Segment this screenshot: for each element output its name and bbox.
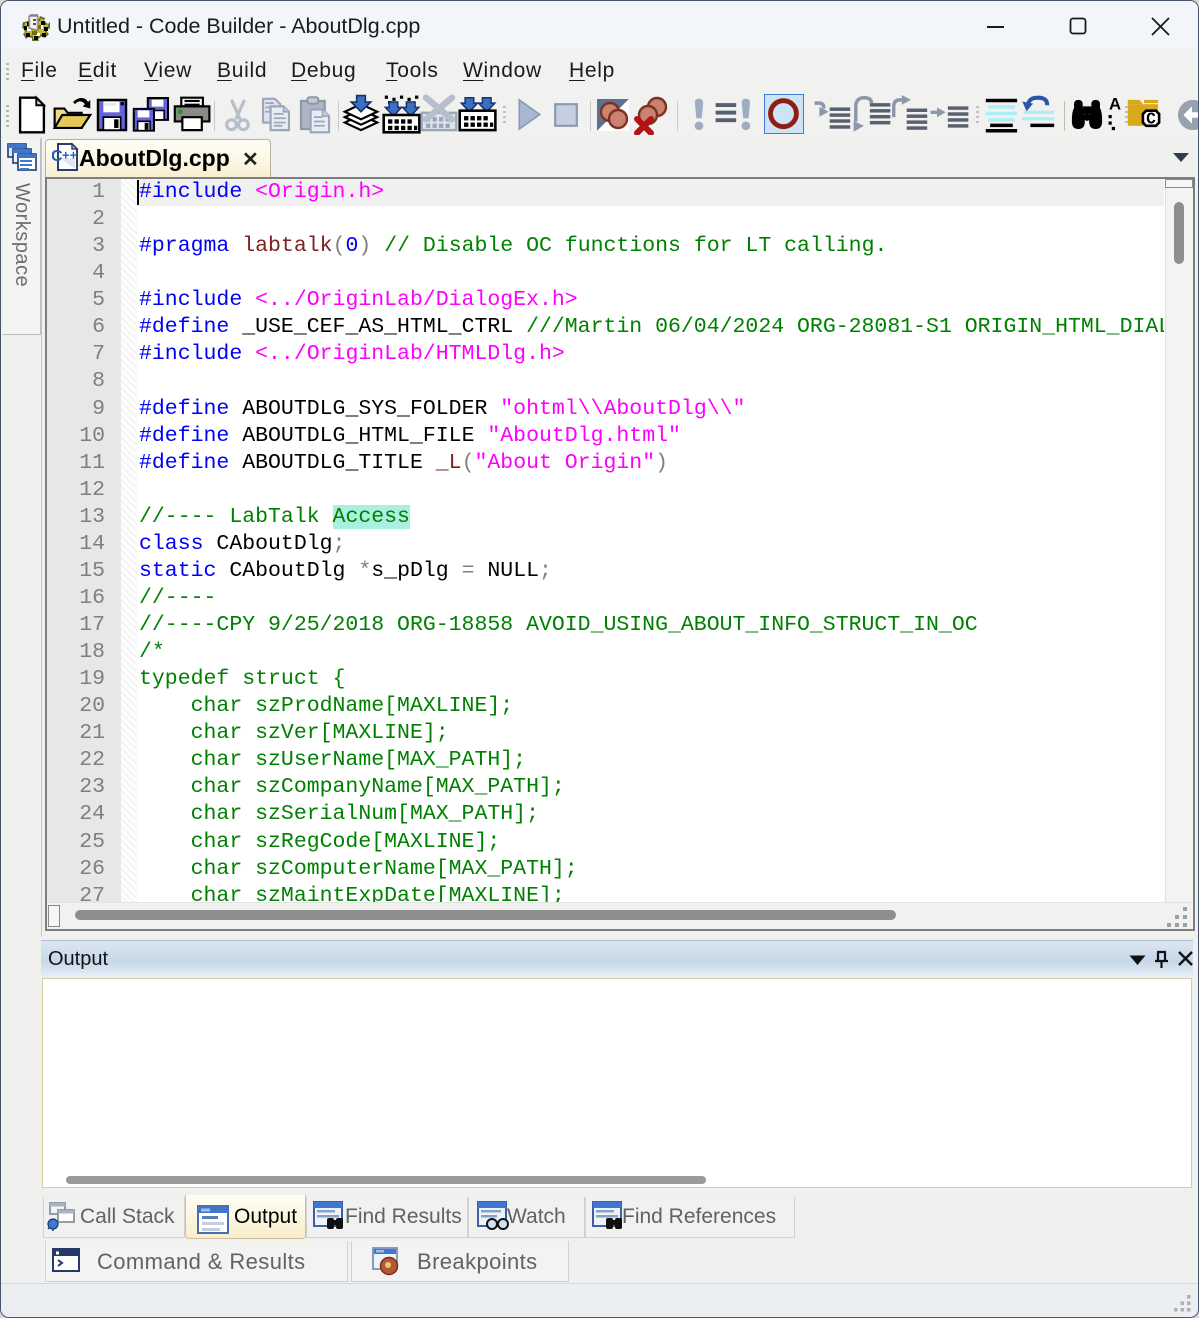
svg-text:++: ++ xyxy=(62,148,78,163)
svg-text:A: A xyxy=(1109,95,1121,114)
svg-text:C: C xyxy=(1146,111,1156,129)
